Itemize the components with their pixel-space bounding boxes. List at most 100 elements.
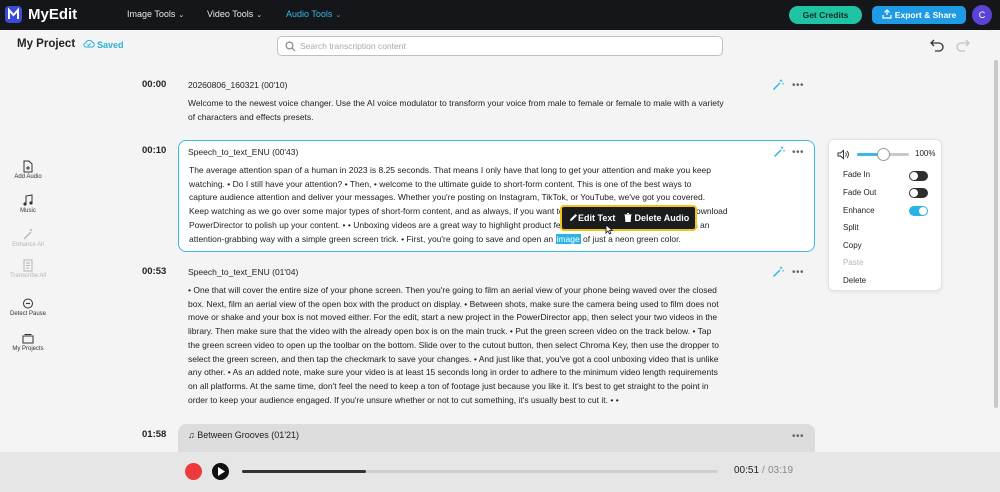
folder-icon (22, 334, 34, 344)
upload-icon (882, 9, 892, 19)
scrollbar[interactable] (994, 60, 998, 408)
nav-audio-tools-label: Audio Tools (286, 9, 333, 19)
myedit-logo-icon[interactable] (5, 6, 22, 23)
clip-context-menu: 100% Fade In Fade Out Enhance Split Copy… (828, 139, 942, 291)
magic-wand-icon[interactable] (772, 79, 784, 91)
play-icon (218, 467, 225, 476)
chevron-down-icon: ⌄ (256, 12, 263, 19)
toggle-knob (910, 172, 918, 180)
magic-wand-icon[interactable] (773, 146, 785, 158)
timestamp: 01:58 (142, 429, 167, 440)
menu-item-delete[interactable]: Delete (843, 276, 866, 285)
nav-audio-tools[interactable]: Audio Tools ⌄ (286, 9, 341, 19)
magic-wand-icon[interactable] (772, 266, 784, 278)
sidebar-item-label: Add Audio (14, 174, 42, 180)
transcript-block-selected[interactable]: Speech_to_text_ENU (00'43) ••• The avera… (178, 140, 815, 252)
transcript-line: move or shake and your box is not moved … (188, 312, 718, 323)
export-share-button[interactable]: Export & Share (872, 6, 966, 24)
clip-title: Speech_to_text_ENU (01'04) (188, 267, 299, 277)
transcript-line: box. Next, film an aerial view of the op… (188, 298, 719, 309)
more-options-icon[interactable]: ••• (792, 268, 804, 278)
toggle-knob (919, 207, 927, 215)
fade-in-toggle[interactable] (909, 171, 928, 181)
volume-icon[interactable] (837, 149, 850, 160)
nav-image-tools-label: Image Tools (127, 9, 176, 19)
music-clip-title-text: Between Grooves (01'21) (197, 430, 300, 440)
transcript-block[interactable]: 20260806_160321 (00'10) ••• Welcome to t… (178, 72, 815, 130)
get-credits-button[interactable]: Get Credits (789, 6, 862, 24)
timestamp: 00:53 (142, 266, 167, 277)
toggle-knob (910, 189, 918, 197)
transcript-line: order to keep your audience engaged. If … (188, 394, 619, 405)
search-bar[interactable] (277, 36, 723, 56)
fade-out-toggle[interactable] (909, 188, 928, 198)
redo-icon[interactable] (955, 38, 971, 52)
delete-audio-button[interactable]: Delete Audio (624, 213, 689, 223)
project-title: My Project (17, 38, 76, 50)
timestamp: 00:00 (142, 79, 167, 90)
enhance-icon (23, 229, 32, 240)
more-options-icon[interactable]: ••• (792, 432, 804, 442)
transcript-line: the green screen video to open up the to… (188, 339, 719, 350)
transcript-text[interactable]: • One that will cover the entire size of… (188, 284, 719, 407)
highlighted-word[interactable]: image (555, 233, 581, 244)
transcript-line-text: of just a neon green color. (580, 233, 681, 244)
top-bar: MyEdit Image Tools ⌄ Video Tools ⌄ Audio T… (0, 0, 1000, 30)
trash-icon (624, 213, 632, 222)
menu-item-label: Fade Out (843, 188, 877, 197)
music-note-icon: ♫ (188, 430, 195, 440)
sidebar-item-my-projects[interactable]: My Projects (6, 332, 50, 352)
transcript-block[interactable]: Speech_to_text_ENU (01'04) ••• • One tha… (178, 260, 815, 412)
player-bar: 00:51 / 03:19 (0, 452, 1000, 492)
nav-video-tools-label: Video Tools (207, 9, 254, 19)
search-input[interactable] (300, 39, 710, 53)
transcript-line: watching. • Do I still have your attenti… (189, 178, 692, 189)
record-button[interactable] (185, 463, 202, 480)
enhance-toggle[interactable] (909, 206, 928, 216)
sidebar-item-transcribe-all[interactable]: Transcribe All (6, 259, 50, 279)
menu-item-fade-in[interactable]: Fade In (843, 170, 870, 179)
menu-item-paste[interactable]: Paste (843, 258, 863, 267)
menu-item-fade-out[interactable]: Fade Out (843, 188, 876, 197)
save-status-label: Saved (97, 40, 124, 50)
sidebar-item-label: Transcribe All (9, 273, 47, 279)
save-status: Saved (83, 39, 124, 50)
more-options-icon[interactable]: ••• (792, 81, 804, 91)
sidebar-item-add-audio[interactable]: Add Audio (6, 160, 50, 180)
transcript-text[interactable]: Welcome to the newest voice changer. Use… (188, 97, 724, 124)
transcribe-icon (23, 259, 33, 272)
sidebar-item-label: My Projects (12, 346, 44, 352)
volume-slider[interactable] (857, 148, 909, 161)
volume-slider-handle[interactable] (877, 148, 890, 161)
sidebar-item-detect-pause[interactable]: Detect Pause (6, 297, 50, 317)
pencil-icon (570, 214, 577, 221)
undo-icon[interactable] (929, 38, 945, 52)
menu-item-copy[interactable]: Copy (843, 241, 862, 250)
selection-popup: Edit Text Delete Audio (560, 205, 697, 231)
playback-progress-bar[interactable] (242, 470, 718, 473)
sidebar-item-music[interactable]: Music (6, 194, 50, 214)
search-icon (285, 41, 296, 52)
menu-item-label: Fade In (843, 170, 871, 179)
mouse-cursor-icon (605, 224, 614, 235)
nav-video-tools[interactable]: Video Tools ⌄ (207, 9, 262, 19)
clip-title: 20260806_160321 (00'10) (188, 80, 288, 90)
timestamp: 00:10 (142, 145, 167, 156)
edit-text-label: Edit Text (578, 213, 616, 223)
app-name[interactable]: MyEdit (28, 6, 77, 23)
transcript-line: capture audience attention and deliver y… (189, 192, 706, 203)
menu-item-enhance[interactable]: Enhance (843, 206, 875, 215)
sidebar-item-label: Enhance All (12, 242, 44, 248)
edit-text-button[interactable]: Edit Text (569, 213, 615, 223)
transcript-line: Welcome to the newest voice changer. Use… (188, 98, 724, 108)
playback-progress-fill (242, 470, 366, 473)
sidebar-item-enhance-all[interactable]: Enhance All (6, 228, 50, 248)
music-clip-block[interactable]: ♫ Between Grooves (01'21) ••• (178, 424, 815, 454)
menu-item-split[interactable]: Split (843, 223, 859, 232)
avatar[interactable]: C (972, 5, 992, 25)
sidebar-item-label: Detect Pause (9, 311, 47, 317)
play-button[interactable] (212, 463, 229, 480)
nav-image-tools[interactable]: Image Tools ⌄ (127, 9, 184, 19)
cloud-check-icon (83, 39, 95, 48)
more-options-icon[interactable]: ••• (792, 148, 804, 158)
